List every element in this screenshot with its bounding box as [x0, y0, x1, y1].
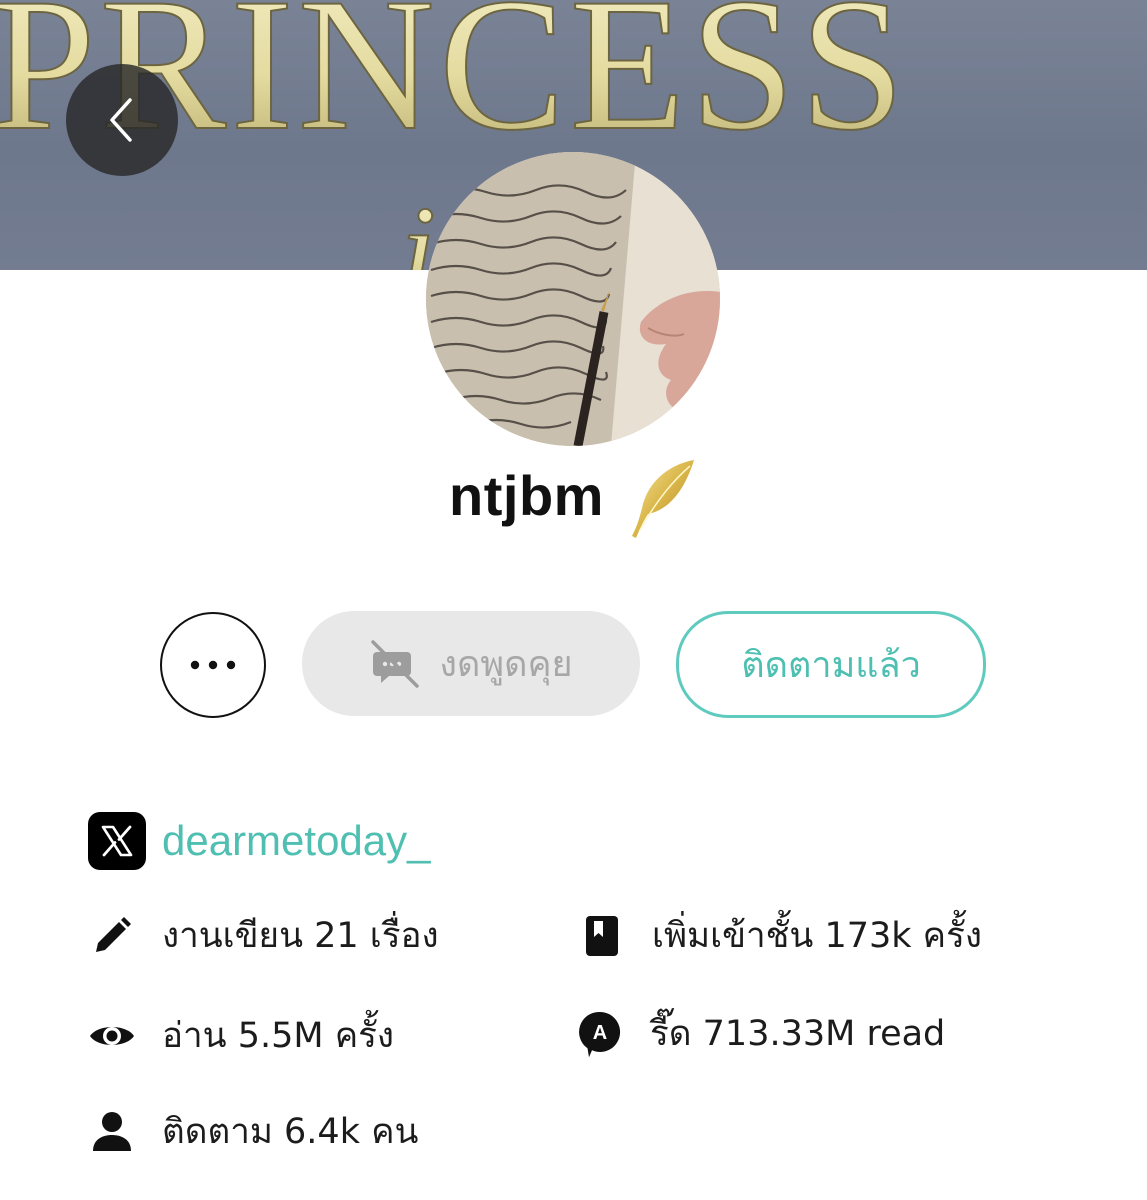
more-options-button[interactable] [160, 612, 266, 718]
pencil-icon [88, 912, 136, 960]
following-button[interactable]: ติดตามแล้ว [676, 611, 986, 718]
x-account-row: dearmetoday_ [88, 812, 431, 870]
username-row: ntjbm [0, 455, 1147, 538]
stat-reads-text: อ่าน 5.5M ครั้ง [162, 1016, 395, 1056]
username: ntjbm [449, 463, 604, 527]
stat-readapp-text: รี๊ด 713.33M read [650, 1014, 946, 1054]
person-icon [88, 1108, 136, 1156]
stat-readapp: A รี๊ด 713.33M read [576, 1006, 945, 1061]
avatar-image [426, 152, 720, 446]
eye-icon [88, 1012, 136, 1060]
chat-disabled-label: งดพูดคุย [439, 644, 573, 685]
more-dots-icon [190, 660, 236, 670]
stat-followers: ติดตาม 6.4k คน [88, 1104, 418, 1159]
stat-works: งานเขียน 21 เรื่อง [88, 908, 439, 963]
chevron-left-icon [110, 98, 132, 142]
x-logo-icon[interactable] [88, 812, 146, 870]
following-label: ติดตามแล้ว [741, 645, 921, 686]
chat-disabled-button[interactable]: งดพูดคุย [302, 611, 640, 716]
stat-followers-text: ติดตาม 6.4k คน [162, 1112, 419, 1152]
gold-quill-icon [631, 460, 694, 538]
x-handle-link[interactable]: dearmetoday_ [162, 817, 431, 865]
stat-shelf: เพิ่มเข้าชั้น 173k ครั้ง [578, 908, 982, 963]
stat-shelf-text: เพิ่มเข้าชั้น 173k ครั้ง [652, 916, 982, 956]
x-glyph [101, 825, 133, 857]
bookshelf-icon [578, 912, 626, 960]
chat-off-icon [371, 639, 420, 688]
svg-text:A: A [593, 1022, 607, 1044]
avatar[interactable] [426, 152, 720, 446]
readapp-icon: A [576, 1010, 624, 1058]
stat-works-text: งานเขียน 21 เรื่อง [162, 916, 439, 956]
stat-reads: อ่าน 5.5M ครั้ง [88, 1008, 394, 1063]
back-button[interactable] [66, 64, 178, 176]
